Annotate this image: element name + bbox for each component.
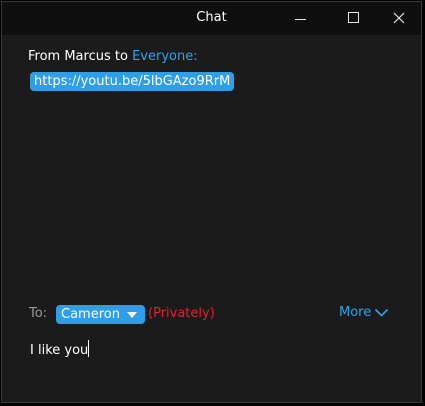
message-sender-prefix: From Marcus to <box>28 49 133 64</box>
recipient-dropdown[interactable]: Cameron <box>56 305 145 324</box>
chevron-down-icon[interactable] <box>374 308 389 318</box>
title-bar[interactable]: Chat <box>2 2 421 35</box>
maximize-button[interactable] <box>330 2 376 35</box>
message-input-text: I like you <box>30 343 89 358</box>
maximize-icon <box>348 12 359 23</box>
close-icon <box>393 12 405 24</box>
message-recipient: Everyone: <box>132 49 198 64</box>
message-input[interactable]: I like you <box>30 340 410 364</box>
recipient-dropdown-value: Cameron <box>61 307 120 322</box>
to-label: To: <box>29 306 48 321</box>
message-header: From Marcus to Everyone: <box>28 49 198 64</box>
message-link[interactable]: https://youtu.be/5lbGAzo9RrM <box>30 72 235 91</box>
text-cursor <box>88 340 90 357</box>
minimize-button[interactable] <box>278 2 324 35</box>
more-button[interactable]: More <box>339 305 371 320</box>
close-button[interactable] <box>376 2 421 35</box>
minimize-icon <box>295 19 306 20</box>
chat-window: Chat From Marcus to Everyone: https://yo… <box>1 1 422 403</box>
privacy-note: (Privately) <box>148 306 215 321</box>
caret-down-icon <box>127 312 137 318</box>
